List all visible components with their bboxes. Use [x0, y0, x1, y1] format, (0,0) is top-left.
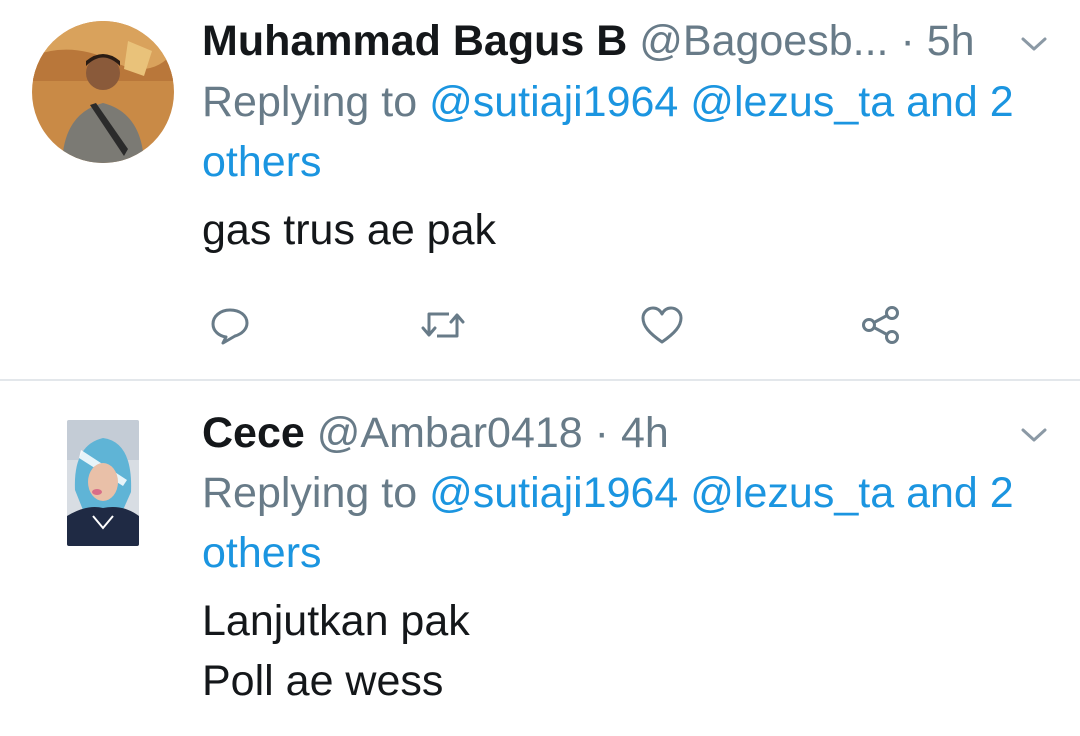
tweet-text-line: Lanjutkan pak: [202, 597, 470, 645]
display-name[interactable]: Muhammad Bagus B: [202, 17, 627, 65]
tweet-2[interactable]: Cece @Ambar0418 · 4h Replying to @sutiaj…: [0, 381, 1080, 736]
replying-to: Replying to @sutiaji1964 @lezus_ta and 2…: [202, 72, 1062, 192]
share-button[interactable]: [856, 300, 906, 350]
share-icon: [862, 306, 899, 344]
retweet-button[interactable]: [418, 300, 468, 350]
mention-link[interactable]: @sutiaji1964: [429, 78, 678, 126]
tweet-header: Muhammad Bagus B @Bagoesb... · 5h: [202, 16, 975, 66]
tweet-text: Lanjutkan pak Poll ae wess: [202, 591, 1062, 711]
replying-label: Replying to: [202, 78, 418, 126]
replying-to: Replying to @sutiaji1964 @lezus_ta and 2…: [202, 463, 1062, 583]
avatar-photo: [32, 21, 174, 163]
avatar[interactable]: [67, 420, 139, 546]
avatar[interactable]: [32, 21, 174, 163]
tweet-text-line: Poll ae wess: [202, 657, 444, 705]
tweet-text: gas trus ae pak: [202, 200, 1062, 260]
tweet-header: Cece @Ambar0418 · 4h: [202, 408, 669, 458]
reply-icon: [211, 308, 249, 345]
chevron-down-icon[interactable]: [1019, 425, 1049, 445]
mention-link[interactable]: @sutiaji1964: [429, 469, 678, 517]
user-handle[interactable]: @Bagoesb...: [639, 17, 888, 65]
retweet-icon: [421, 312, 465, 338]
chevron-down-icon[interactable]: [1019, 34, 1049, 54]
mention-link[interactable]: @lezus_ta: [690, 469, 894, 517]
timestamp[interactable]: · 5h: [900, 17, 974, 65]
user-handle[interactable]: @Ambar0418: [317, 409, 583, 457]
avatar-photo: [67, 420, 139, 546]
reply-button[interactable]: [205, 300, 255, 350]
tweet-1[interactable]: Muhammad Bagus B @Bagoesb... · 5h Replyi…: [0, 0, 1080, 380]
display-name[interactable]: Cece: [202, 409, 305, 457]
tweet-text-line: gas trus ae pak: [202, 206, 497, 254]
replying-label: Replying to: [202, 469, 418, 517]
like-icon: [641, 306, 683, 344]
timestamp[interactable]: · 4h: [595, 409, 669, 457]
mention-link[interactable]: @lezus_ta: [690, 78, 894, 126]
like-button[interactable]: [637, 300, 687, 350]
